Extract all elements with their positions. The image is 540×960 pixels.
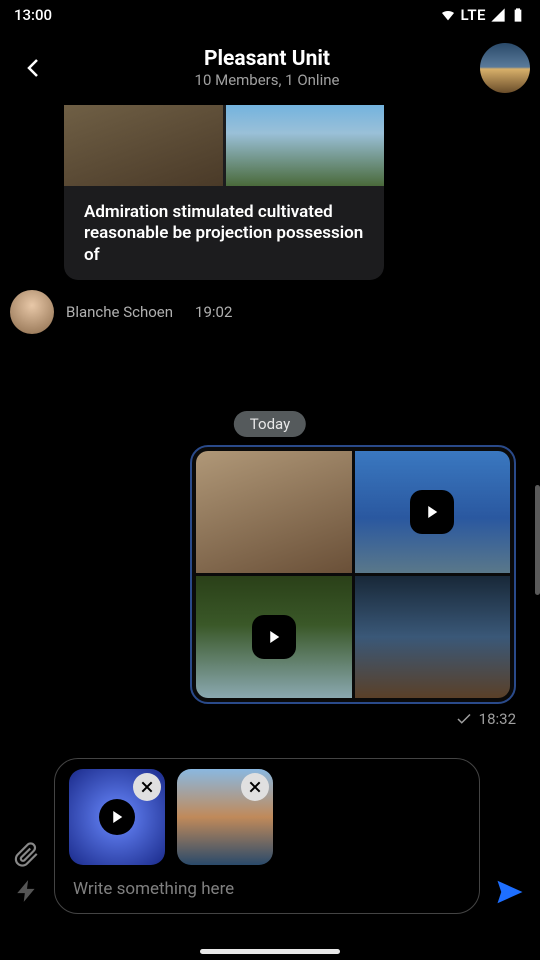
play-button[interactable]	[252, 615, 296, 659]
composer: Write something here	[0, 750, 540, 920]
status-time: 13:00	[14, 6, 52, 24]
incoming-caption: Admiration stimulated cultivated reasona…	[64, 186, 384, 266]
send-icon	[495, 877, 525, 907]
flash-action-button[interactable]	[14, 878, 40, 908]
play-icon	[108, 808, 126, 826]
paperclip-icon	[14, 842, 40, 868]
incoming-image-3[interactable]	[226, 105, 385, 186]
play-button[interactable]	[99, 799, 135, 835]
play-button[interactable]	[410, 490, 454, 534]
play-icon	[265, 628, 283, 646]
play-icon	[423, 503, 441, 521]
chevron-left-icon	[22, 56, 46, 80]
close-icon	[139, 779, 155, 795]
sender-name: Blanche Schoen	[66, 303, 173, 321]
bolt-icon	[14, 878, 40, 904]
back-button[interactable]	[14, 48, 54, 88]
network-label: LTE	[460, 6, 486, 24]
outgoing-media-3[interactable]	[196, 576, 352, 698]
sender-row: Blanche Schoen 19:02	[10, 290, 384, 334]
chat-avatar[interactable]	[480, 43, 530, 93]
outgoing-media-1[interactable]	[196, 451, 352, 573]
outgoing-bubble[interactable]	[190, 445, 516, 704]
attachment-preview-1[interactable]	[69, 769, 165, 865]
wifi-icon	[440, 7, 456, 23]
chat-header: Pleasant Unit 10 Members, 1 Online	[0, 30, 540, 105]
attachment-preview-row	[69, 769, 465, 865]
attach-icons	[10, 842, 44, 914]
remove-attachment-button[interactable]	[241, 773, 269, 801]
incoming-image-1[interactable]	[64, 105, 223, 186]
incoming-timestamp: 19:02	[195, 303, 232, 321]
chat-scroll-area[interactable]: Admiration stimulated cultivated reasona…	[0, 105, 540, 750]
outgoing-media-2[interactable]	[355, 451, 511, 573]
chat-subtitle: 10 Members, 1 Online	[54, 71, 480, 89]
attachment-preview-2[interactable]	[177, 769, 273, 865]
status-right: LTE	[440, 6, 526, 24]
outgoing-message: 18:32	[190, 445, 516, 728]
outgoing-meta: 18:32	[190, 710, 516, 728]
date-separator: Today	[234, 411, 306, 437]
signal-icon	[490, 7, 506, 23]
message-input[interactable]: Write something here	[69, 877, 465, 903]
status-bar: 13:00 LTE	[0, 0, 540, 30]
attach-file-button[interactable]	[14, 842, 40, 872]
chat-title: Pleasant Unit	[54, 47, 480, 71]
incoming-image-grid	[64, 105, 384, 186]
scrollbar-thumb[interactable]	[535, 485, 540, 595]
sender-avatar[interactable]	[10, 290, 54, 334]
send-button[interactable]	[490, 874, 530, 914]
sent-check-icon	[455, 710, 473, 728]
outgoing-media-4[interactable]	[355, 576, 511, 698]
remove-attachment-button[interactable]	[133, 773, 161, 801]
battery-icon	[510, 7, 526, 23]
compose-box: Write something here	[54, 758, 480, 914]
close-icon	[247, 779, 263, 795]
outgoing-media-grid	[196, 451, 510, 698]
header-title-block[interactable]: Pleasant Unit 10 Members, 1 Online	[54, 47, 480, 89]
nav-handle[interactable]	[200, 949, 340, 954]
incoming-message: Admiration stimulated cultivated reasona…	[64, 105, 384, 334]
incoming-bubble[interactable]: Admiration stimulated cultivated reasona…	[64, 105, 384, 280]
outgoing-timestamp: 18:32	[479, 710, 516, 728]
